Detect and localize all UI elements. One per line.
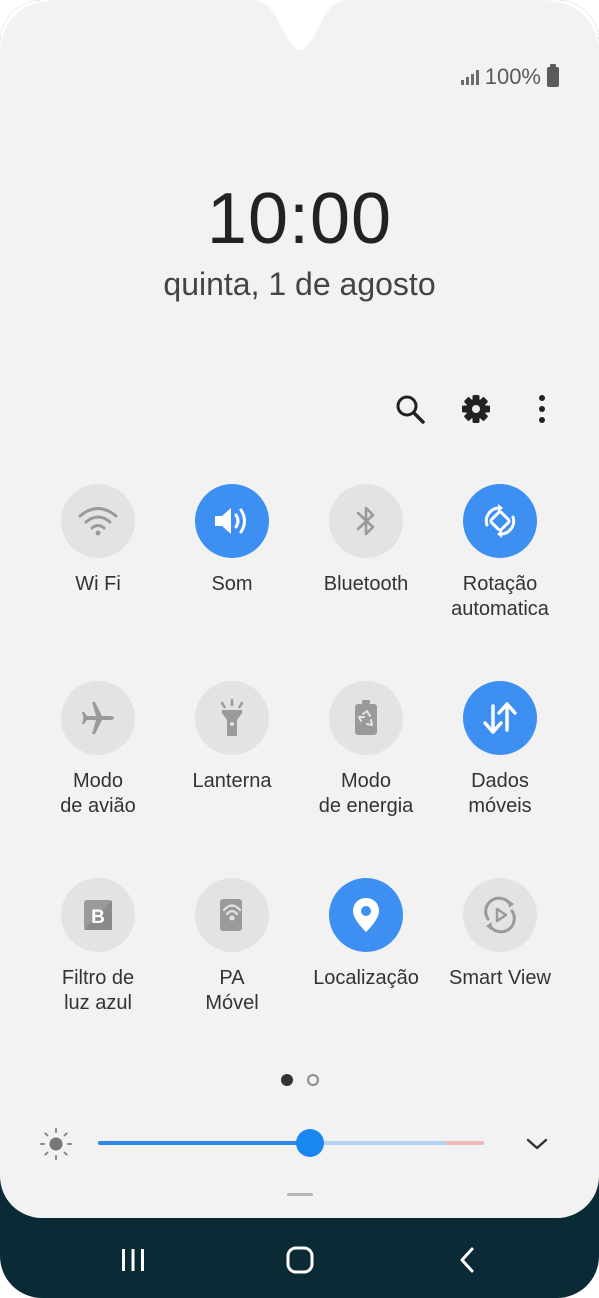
- tile-flashlight-label: Lanterna: [192, 770, 272, 792]
- settings-button[interactable]: [457, 390, 495, 428]
- tile-airplane-mode-button[interactable]: [61, 681, 135, 755]
- tile-mobile-data-button[interactable]: [463, 681, 537, 755]
- tile-mobile-data[interactable]: Dados móveis: [433, 681, 567, 878]
- battery-icon: [547, 64, 559, 87]
- tile-smart-view-label: Smart View: [449, 967, 551, 989]
- more-vertical-icon: [539, 395, 545, 423]
- tile-location[interactable]: Localização: [299, 878, 433, 1075]
- sound-icon: [215, 508, 246, 534]
- back-button[interactable]: [442, 1240, 492, 1280]
- page-indicator: [0, 1074, 599, 1086]
- mobile-hotspot-icon: [220, 899, 242, 931]
- brightness-slider-thumb[interactable]: [296, 1129, 325, 1157]
- brightness-slider-fill: [98, 1141, 311, 1145]
- back-icon: [460, 1247, 474, 1273]
- tile-smart-view[interactable]: Smart View: [433, 878, 567, 1075]
- signal-icon: [460, 69, 479, 85]
- home-button[interactable]: [275, 1240, 325, 1280]
- bluetooth-icon: [356, 506, 375, 536]
- tile-blue-light-filter-label: Filtro de luz azul: [61, 967, 135, 1014]
- home-icon: [286, 1246, 314, 1274]
- tile-airplane-mode-label: Modo de avião: [60, 770, 136, 817]
- tile-auto-rotate-button[interactable]: [463, 484, 537, 558]
- brightness-sun-icon: [40, 1128, 72, 1160]
- status-bar: 100%: [460, 64, 559, 90]
- battery-percent: 100%: [484, 64, 541, 89]
- tile-location-label: Localização: [313, 967, 419, 989]
- tile-sound-button[interactable]: [195, 484, 269, 558]
- brightness-control: [38, 1124, 561, 1164]
- tile-wifi[interactable]: Wi Fi: [31, 484, 165, 681]
- tile-sound-label: Som: [211, 573, 253, 595]
- tile-wifi-button[interactable]: [61, 484, 135, 558]
- tile-mobile-hotspot-label: PA Móvel: [205, 967, 259, 1014]
- tile-location-button[interactable]: [329, 878, 403, 952]
- quick-settings-grid: Wi Fi Som Bluetooth Rotação automatica M…: [31, 484, 567, 1075]
- tile-smart-view-button[interactable]: [463, 878, 537, 952]
- clock-time: 10:00: [206, 179, 393, 259]
- power-mode-icon: [355, 700, 377, 735]
- page-dot-1[interactable]: [280, 1074, 293, 1086]
- search-button[interactable]: [391, 390, 429, 428]
- smart-view-icon: [484, 896, 516, 934]
- tile-mobile-hotspot[interactable]: PA Móvel: [165, 878, 299, 1075]
- chevron-down-icon[interactable]: [525, 1132, 549, 1156]
- svg-text:B: B: [91, 907, 105, 928]
- mobile-data-icon: [483, 702, 517, 734]
- tile-bluetooth[interactable]: Bluetooth: [299, 484, 433, 681]
- tile-power-mode-label: Modo de energia: [318, 770, 414, 817]
- settings-gear-icon: [462, 395, 490, 423]
- clock-date: quinta, 1 de agosto: [163, 266, 436, 302]
- recent-apps-button[interactable]: [108, 1240, 158, 1280]
- tile-power-mode-button[interactable]: [329, 681, 403, 755]
- more-options-button[interactable]: [523, 390, 561, 428]
- tile-auto-rotate[interactable]: Rotação automatica: [433, 484, 567, 681]
- quick-settings-panel: 100% 10:00 quinta, 1 de agosto Wi Fi Som…: [0, 0, 599, 1218]
- tile-blue-light-filter[interactable]: B Filtro de luz azul: [31, 878, 165, 1075]
- flashlight-icon: [220, 698, 244, 736]
- quick-panel-toolbar: [391, 390, 561, 428]
- tile-wifi-label: Wi Fi: [75, 573, 121, 595]
- tile-bluetooth-button[interactable]: [329, 484, 403, 558]
- camera-notch: [0, 0, 599, 50]
- tile-bluetooth-label: Bluetooth: [323, 573, 409, 595]
- blue-light-filter-icon: B: [84, 900, 112, 930]
- tile-airplane-mode[interactable]: Modo de avião: [31, 681, 165, 878]
- location-icon: [353, 898, 379, 932]
- tile-blue-light-filter-button[interactable]: B: [61, 878, 135, 952]
- search-icon: [396, 395, 425, 424]
- page-dot-2[interactable]: [306, 1074, 319, 1086]
- navigation-bar: [0, 1218, 599, 1298]
- recent-apps-icon: [122, 1249, 144, 1271]
- panel-drag-handle[interactable]: [287, 1193, 313, 1196]
- airplane-icon: [82, 702, 114, 734]
- brightness-slider[interactable]: [98, 1129, 484, 1157]
- tile-flashlight[interactable]: Lanterna: [165, 681, 299, 878]
- tile-sound[interactable]: Som: [165, 484, 299, 681]
- phone-screen: 100% 10:00 quinta, 1 de agosto Wi Fi Som…: [0, 0, 599, 1298]
- brightness-slider-high-zone: [446, 1141, 484, 1145]
- tile-flashlight-button[interactable]: [195, 681, 269, 755]
- tile-power-mode[interactable]: Modo de energia: [299, 681, 433, 878]
- wifi-icon: [78, 507, 118, 536]
- tile-mobile-data-label: Dados móveis: [468, 770, 532, 817]
- tile-mobile-hotspot-button[interactable]: [195, 878, 269, 952]
- auto-rotate-icon: [484, 504, 516, 538]
- tile-auto-rotate-label: Rotação automatica: [451, 573, 549, 620]
